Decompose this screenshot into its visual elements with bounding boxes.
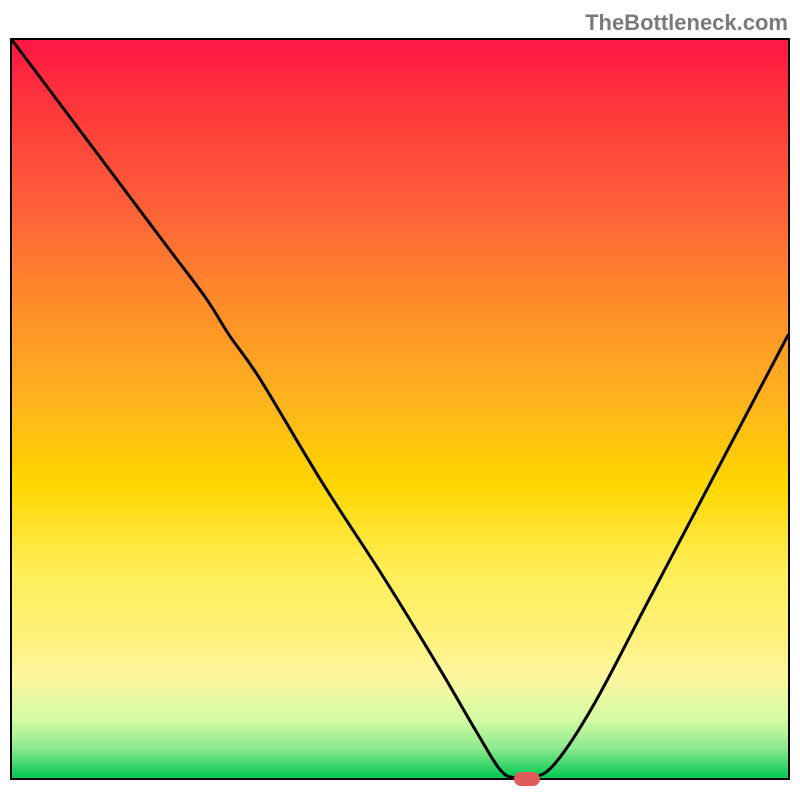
- watermark-text: TheBottleneck.com: [585, 10, 788, 36]
- plot-area: [10, 38, 790, 780]
- bottleneck-chart: TheBottleneck.com: [0, 0, 800, 800]
- bottleneck-curve-path: [12, 40, 788, 778]
- curve-layer: [12, 40, 788, 778]
- optimum-marker: [514, 772, 540, 786]
